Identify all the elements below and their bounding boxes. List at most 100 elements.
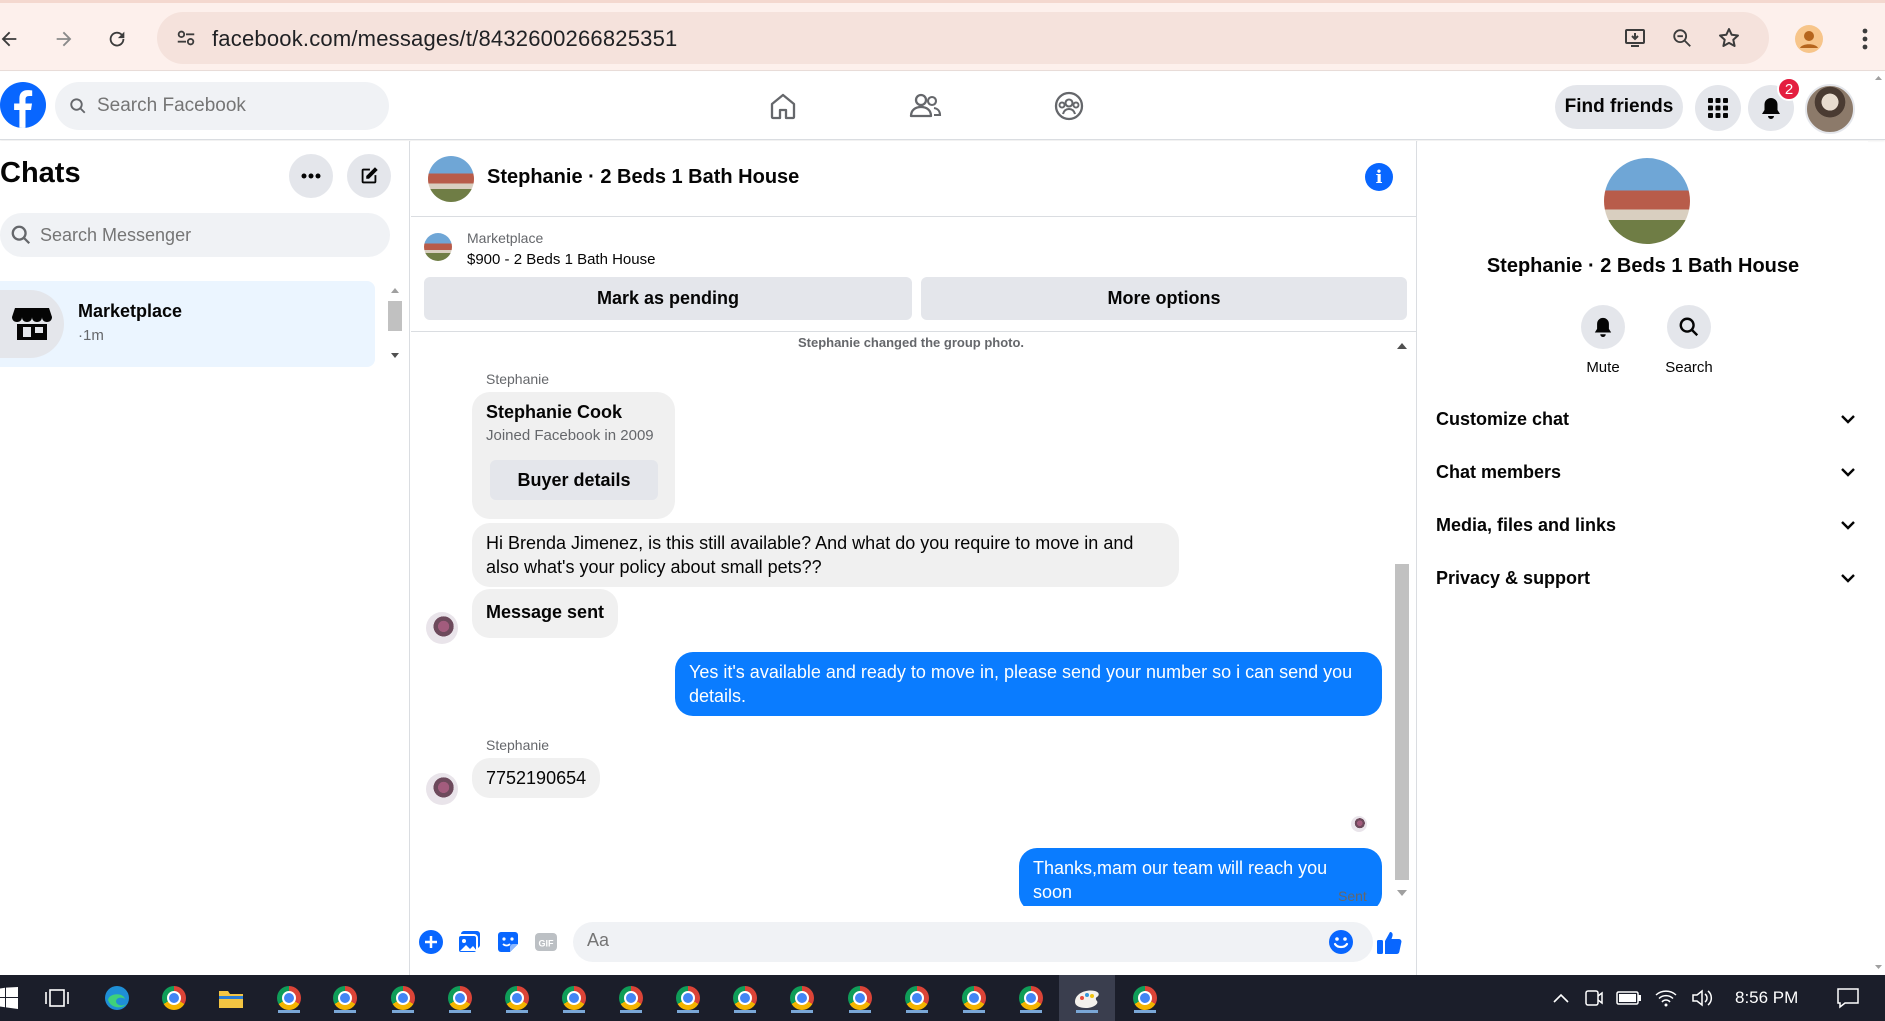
bell-icon (1762, 98, 1780, 119)
chat-list-scrollbar[interactable] (384, 283, 406, 363)
customize-chat-section[interactable]: Customize chat (1436, 397, 1856, 441)
chats-title: Chats (0, 157, 81, 189)
back-icon[interactable] (0, 20, 28, 58)
system-message: Stephanie changed the group photo. (797, 335, 1025, 350)
chat-item-name: Marketplace (78, 301, 183, 321)
chrome-taskbar-icon[interactable] (730, 983, 760, 1013)
plus-circle-icon[interactable] (416, 927, 446, 957)
paint-app-icon[interactable] (1072, 983, 1102, 1013)
chat-options-button[interactable] (289, 154, 333, 198)
chrome-taskbar-icon[interactable] (330, 983, 360, 1013)
forward-icon[interactable] (45, 20, 83, 58)
mark-as-pending-button[interactable]: Mark as pending (424, 277, 912, 320)
group-photo[interactable] (1604, 158, 1690, 244)
listing-thumbnail[interactable] (424, 233, 452, 261)
chrome-taskbar-icon[interactable] (902, 983, 932, 1013)
conversation-avatar[interactable] (428, 156, 474, 202)
emoji-icon[interactable] (1326, 927, 1356, 957)
mute-button[interactable]: Mute (1563, 305, 1643, 376)
facebook-logo-icon[interactable] (0, 82, 46, 128)
messenger-search[interactable] (0, 213, 390, 257)
privacy-support-section[interactable]: Privacy & support (1436, 556, 1856, 600)
address-bar[interactable]: facebook.com/messages/t/8432600266825351 (157, 12, 1769, 64)
more-options-button[interactable]: More options (921, 277, 1407, 320)
install-app-icon[interactable] (1620, 23, 1650, 53)
gif-icon[interactable]: GIF (531, 927, 561, 957)
system-tray-chevron-icon[interactable] (1546, 983, 1576, 1013)
message-input[interactable] (587, 930, 1287, 951)
chrome-taskbar-icon[interactable] (787, 983, 817, 1013)
chevron-down-icon (1841, 468, 1855, 477)
file-explorer-icon[interactable] (216, 983, 246, 1013)
search-icon (1667, 305, 1711, 349)
task-view-icon[interactable] (42, 983, 72, 1013)
chrome-taskbar-icon[interactable] (388, 983, 418, 1013)
facebook-search[interactable] (55, 82, 389, 130)
taskbar-clock[interactable]: 8:56 PM (1735, 988, 1798, 1008)
meet-now-icon[interactable] (1579, 983, 1609, 1013)
message-sent-bubble: Message sent (472, 589, 619, 638)
buyer-name: Stephanie Cook (486, 402, 623, 422)
edge-browser-icon[interactable] (102, 983, 132, 1013)
listing-title[interactable]: $900 - 2 Beds 1 Bath House (467, 251, 655, 268)
search-conversation-button[interactable]: Search (1649, 305, 1729, 376)
sender-avatar[interactable] (426, 612, 458, 644)
chrome-taskbar-icon[interactable] (1016, 983, 1046, 1013)
url-text[interactable]: facebook.com/messages/t/8432600266825351 (212, 26, 677, 52)
browser-menu-icon[interactable] (1846, 20, 1884, 58)
home-icon[interactable] (763, 86, 803, 126)
sender-name: Stephanie (486, 371, 550, 387)
chat-members-section[interactable]: Chat members (1436, 450, 1856, 494)
battery-icon[interactable] (1614, 983, 1644, 1013)
find-friends-button[interactable]: Find friends (1555, 85, 1683, 129)
notification-badge: 2 (1777, 77, 1801, 101)
chrome-taskbar-icon[interactable] (616, 983, 646, 1013)
info-icon[interactable]: i (1365, 163, 1393, 191)
sender-avatar[interactable] (426, 773, 458, 805)
like-thumb-icon[interactable] (1374, 927, 1404, 957)
compose-icon (361, 167, 378, 184)
message-thread: Stephanie changed the group photo. Steph… (411, 333, 1417, 906)
windows-start-icon[interactable] (0, 983, 22, 1013)
chat-details-panel: Stephanie · 2 Beds 1 Bath House Mute Sea… (1418, 141, 1868, 976)
section-label: Chat members (1436, 461, 1562, 482)
photo-icon[interactable] (454, 927, 484, 957)
new-message-button[interactable] (347, 154, 391, 198)
chrome-taskbar-icon[interactable] (673, 983, 703, 1013)
message-input-wrapper[interactable] (573, 922, 1373, 962)
conversation-title[interactable]: Stephanie · 2 Beds 1 Bath House (487, 166, 799, 189)
browser-profile-icon[interactable] (1790, 20, 1828, 58)
chrome-taskbar-icon[interactable] (502, 983, 532, 1013)
messenger-search-input[interactable] (40, 224, 360, 246)
search-icon (10, 224, 32, 246)
chrome-taskbar-icon[interactable] (1130, 983, 1160, 1013)
volume-icon[interactable] (1687, 983, 1717, 1013)
chrome-taskbar-icon[interactable] (445, 983, 475, 1013)
groups-icon[interactable] (1049, 86, 1089, 126)
windows-taskbar: 8:56 PM (0, 975, 1885, 1021)
outgoing-message: Thanks,mam our team will reach you soon (1019, 848, 1382, 906)
notification-center-icon[interactable] (1833, 983, 1863, 1013)
chrome-taskbar-icon[interactable] (274, 983, 304, 1013)
media-files-links-section[interactable]: Media, files and links (1436, 503, 1856, 547)
wifi-icon[interactable] (1651, 983, 1681, 1013)
reload-icon[interactable] (98, 20, 136, 58)
sticker-icon[interactable] (493, 927, 523, 957)
bookmark-star-icon[interactable] (1714, 23, 1744, 53)
chrome-taskbar-icon[interactable] (959, 983, 989, 1013)
thread-scrollbar[interactable] (1392, 337, 1412, 900)
facebook-search-input[interactable] (97, 95, 357, 117)
buyer-details-button[interactable]: Buyer details (490, 460, 658, 500)
friends-icon[interactable] (905, 86, 945, 126)
page-scrollbar[interactable] (1872, 72, 1885, 976)
chrome-taskbar-icon[interactable] (559, 983, 589, 1013)
zoom-icon[interactable] (1667, 23, 1697, 53)
account-avatar[interactable] (1805, 84, 1855, 134)
chrome-taskbar-icon[interactable] (845, 983, 875, 1013)
chrome-taskbar-icon[interactable] (159, 983, 189, 1013)
sent-status: Sent (1338, 888, 1367, 904)
menu-grid-button[interactable] (1695, 85, 1741, 131)
chevron-down-icon (1841, 521, 1855, 530)
chat-list-item[interactable]: Marketplace ·1m (0, 281, 375, 367)
site-settings-icon[interactable] (171, 23, 201, 53)
